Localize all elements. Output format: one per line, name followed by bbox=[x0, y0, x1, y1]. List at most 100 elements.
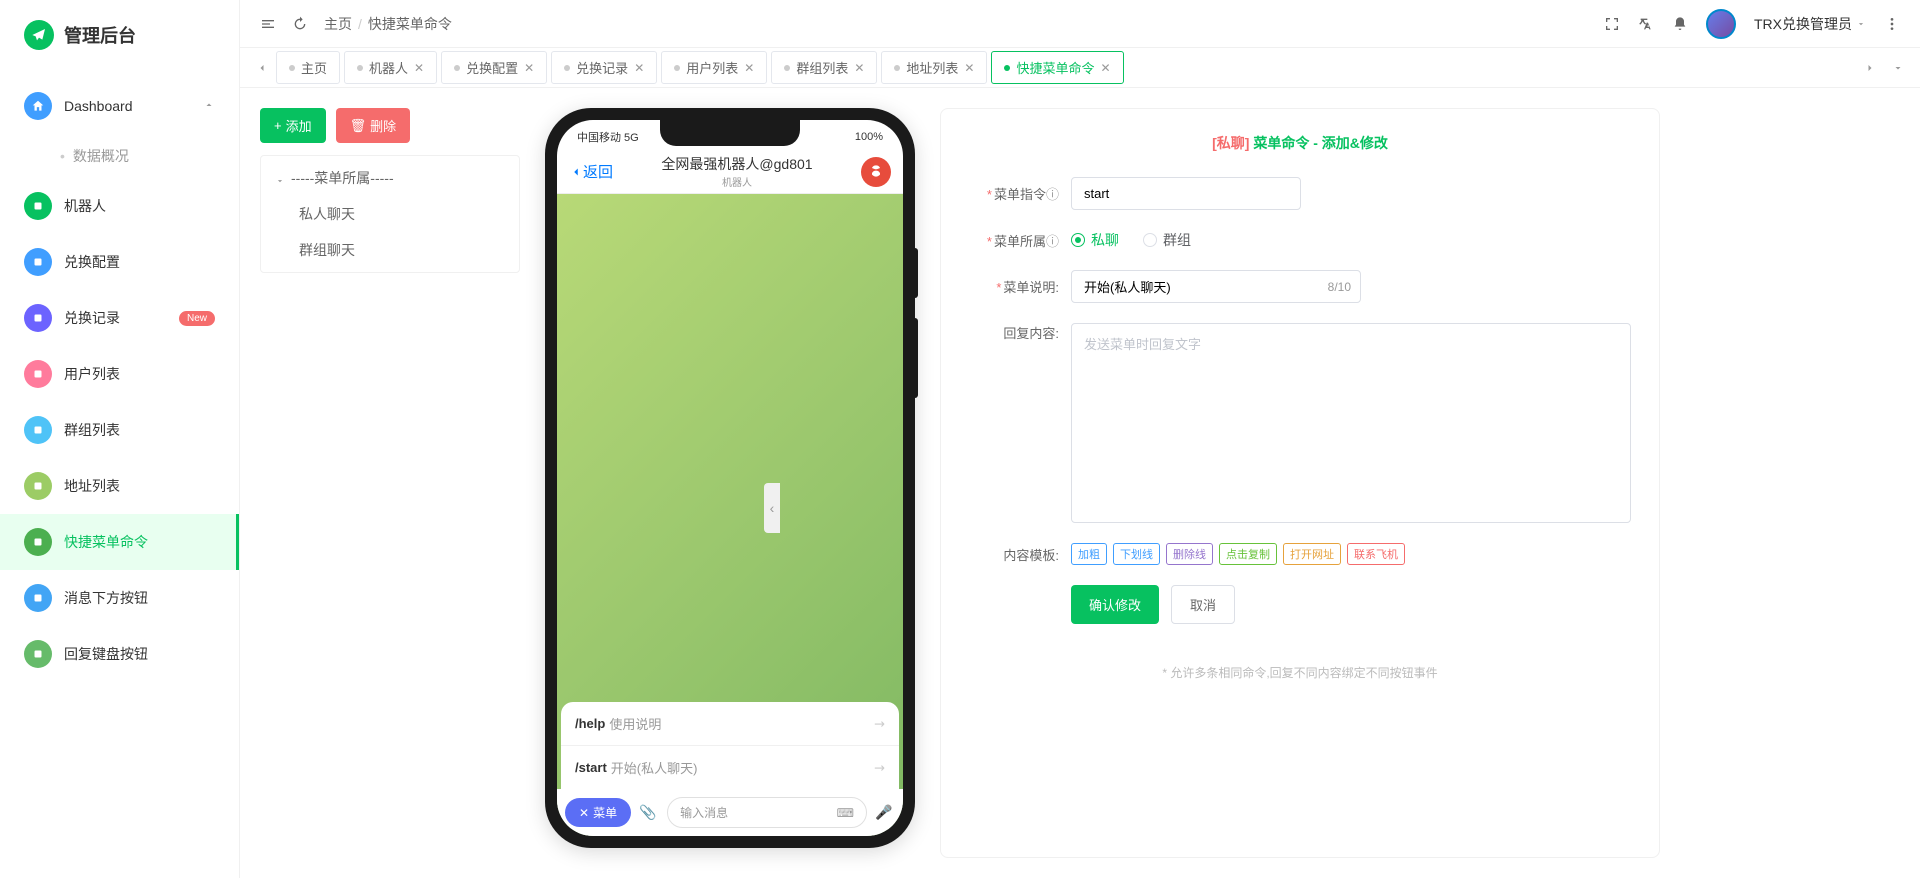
form-hint: * 允许多条相同命令,回复不同内容绑定不同按钮事件 bbox=[969, 664, 1631, 681]
tab-menu[interactable] bbox=[1884, 54, 1912, 82]
template-tag-5[interactable]: 联系飞机 bbox=[1347, 543, 1405, 565]
sidebar-menu: Dashboard 数据概况 机器人兑换配置兑换记录New用户列表群组列表地址列… bbox=[0, 70, 239, 878]
tree-node-private[interactable]: 私人聊天 bbox=[265, 196, 515, 232]
template-tag-2[interactable]: 删除线 bbox=[1166, 543, 1213, 565]
description-input[interactable] bbox=[1071, 270, 1361, 303]
tab-next[interactable] bbox=[1856, 54, 1884, 82]
tree-node-group[interactable]: 群组聊天 bbox=[265, 232, 515, 268]
plus-icon: + bbox=[274, 118, 282, 133]
template-tag-4[interactable]: 打开网址 bbox=[1283, 543, 1341, 565]
trash-icon: 🗑 bbox=[350, 118, 367, 134]
attachment-icon[interactable]: 📎 bbox=[639, 804, 659, 821]
sidebar-item-1[interactable]: 兑换配置 bbox=[0, 234, 239, 290]
close-icon[interactable]: ✕ bbox=[414, 61, 424, 75]
more-icon[interactable] bbox=[1884, 16, 1900, 32]
template-tag-1[interactable]: 下划线 bbox=[1113, 543, 1160, 565]
menu-icon bbox=[24, 584, 52, 612]
new-badge: New bbox=[179, 311, 215, 326]
menu-icon bbox=[24, 472, 52, 500]
radio-group[interactable]: 群组 bbox=[1143, 230, 1191, 250]
phone-chat-avatar[interactable] bbox=[861, 157, 891, 187]
sidebar-item-2[interactable]: 兑换记录New bbox=[0, 290, 239, 346]
mic-icon[interactable]: 🎤 bbox=[875, 804, 895, 821]
template-tag-0[interactable]: 加粗 bbox=[1071, 543, 1107, 565]
tab-5[interactable]: 群组列表✕ bbox=[771, 51, 877, 84]
close-icon[interactable]: ✕ bbox=[744, 61, 754, 75]
sidebar-item-5[interactable]: 地址列表 bbox=[0, 458, 239, 514]
sidebar-item-0[interactable]: 机器人 bbox=[0, 178, 239, 234]
menu-icon bbox=[24, 192, 52, 220]
menu-icon bbox=[24, 304, 52, 332]
translate-icon[interactable] bbox=[1638, 16, 1654, 32]
collapse-icon[interactable] bbox=[260, 16, 276, 32]
tab-prev[interactable] bbox=[248, 54, 276, 82]
home-icon bbox=[24, 92, 52, 120]
fullscreen-icon[interactable] bbox=[1604, 16, 1620, 32]
phone-preview: 中国移动 5G100% 返回 全网最强机器人@gd801 机器人 bbox=[540, 108, 920, 858]
menu-icon bbox=[24, 640, 52, 668]
menu-icon bbox=[24, 528, 52, 556]
collapse-handle[interactable]: ‹ bbox=[764, 483, 780, 533]
menu-icon bbox=[24, 248, 52, 276]
cancel-button[interactable]: 取消 bbox=[1171, 585, 1235, 624]
char-count: 8/10 bbox=[1328, 280, 1351, 294]
logo: 管理后台 bbox=[0, 0, 239, 70]
sidebar: 管理后台 Dashboard 数据概况 机器人兑换配置兑换记录New用户列表群组… bbox=[0, 0, 240, 878]
sidebar-item-7[interactable]: 消息下方按钮 bbox=[0, 570, 239, 626]
tab-1[interactable]: 机器人✕ bbox=[344, 51, 437, 84]
label-description: *菜单说明: bbox=[969, 277, 1059, 296]
tree-root[interactable]: -----菜单所属----- bbox=[265, 160, 515, 196]
phone-back-button[interactable]: 返回 bbox=[569, 161, 613, 182]
breadcrumb-current: 快捷菜单命令 bbox=[368, 16, 452, 32]
tab-0[interactable]: 主页 bbox=[276, 51, 340, 84]
command-input[interactable] bbox=[1071, 177, 1301, 210]
phone-input-bar: ✕ 菜单 📎 输入消息⌨ 🎤 bbox=[557, 789, 903, 836]
form-title: [私聊] 菜单命令 - 添加&修改 bbox=[969, 133, 1631, 153]
menu-icon bbox=[24, 360, 52, 388]
phone-chat-subtitle: 机器人 bbox=[613, 174, 861, 189]
sidebar-item-4[interactable]: 群组列表 bbox=[0, 402, 239, 458]
template-tag-3[interactable]: 点击复制 bbox=[1219, 543, 1277, 565]
telegram-icon bbox=[24, 20, 54, 50]
user-dropdown[interactable]: TRX兑换管理员 bbox=[1754, 14, 1866, 34]
radio-private[interactable]: 私聊 bbox=[1071, 230, 1119, 250]
caret-down-icon bbox=[275, 173, 285, 183]
chevron-up-icon bbox=[203, 98, 215, 114]
sidebar-subitem-overview[interactable]: 数据概况 bbox=[0, 134, 239, 178]
tree-panel: + 添加 🗑 删除 -----菜单所属----- 私人聊天 群组聊天 bbox=[260, 108, 520, 858]
edit-form: [私聊] 菜单命令 - 添加&修改 *菜单指令ⓘ *菜单所属ⓘ 私聊 群组 *菜… bbox=[940, 108, 1660, 858]
tab-7[interactable]: 快捷菜单命令✕ bbox=[991, 51, 1123, 84]
menu-tree: -----菜单所属----- 私人聊天 群组聊天 bbox=[260, 155, 520, 273]
tab-2[interactable]: 兑换配置✕ bbox=[441, 51, 547, 84]
sidebar-item-6[interactable]: 快捷菜单命令 bbox=[0, 514, 239, 570]
close-icon[interactable]: ✕ bbox=[1101, 61, 1111, 75]
label-owner: *菜单所属ⓘ bbox=[969, 231, 1059, 250]
tab-4[interactable]: 用户列表✕ bbox=[661, 51, 767, 84]
refresh-icon[interactable] bbox=[292, 16, 308, 32]
bell-icon[interactable] bbox=[1672, 16, 1688, 32]
tab-6[interactable]: 地址列表✕ bbox=[881, 51, 987, 84]
close-icon[interactable]: ✕ bbox=[634, 61, 644, 75]
sidebar-item-8[interactable]: 回复键盘按钮 bbox=[0, 626, 239, 682]
phone-command-menu: /help使用说明↗/start开始(私人聊天)↗ bbox=[561, 702, 899, 789]
close-icon[interactable]: ✕ bbox=[964, 61, 974, 75]
breadcrumb: 主页/快捷菜单命令 bbox=[324, 14, 452, 34]
label-template: 内容模板: bbox=[969, 545, 1059, 564]
phone-menu-button[interactable]: ✕ 菜单 bbox=[565, 798, 631, 827]
add-button[interactable]: + 添加 bbox=[260, 108, 326, 143]
phone-message-input[interactable]: 输入消息⌨ bbox=[667, 797, 867, 828]
avatar[interactable] bbox=[1706, 9, 1736, 39]
close-icon[interactable]: ✕ bbox=[854, 61, 864, 75]
menu-icon bbox=[24, 416, 52, 444]
phone-cmd-0[interactable]: /help使用说明↗ bbox=[561, 702, 899, 746]
sidebar-item-dashboard[interactable]: Dashboard bbox=[0, 78, 239, 134]
reply-textarea[interactable] bbox=[1071, 323, 1631, 523]
tab-3[interactable]: 兑换记录✕ bbox=[551, 51, 657, 84]
submit-button[interactable]: 确认修改 bbox=[1071, 585, 1159, 624]
phone-cmd-1[interactable]: /start开始(私人聊天)↗ bbox=[561, 746, 899, 789]
sidebar-item-3[interactable]: 用户列表 bbox=[0, 346, 239, 402]
breadcrumb-home[interactable]: 主页 bbox=[324, 16, 352, 32]
delete-button[interactable]: 🗑 删除 bbox=[336, 108, 411, 143]
header: 主页/快捷菜单命令 TRX兑换管理员 bbox=[240, 0, 1920, 48]
close-icon[interactable]: ✕ bbox=[524, 61, 534, 75]
